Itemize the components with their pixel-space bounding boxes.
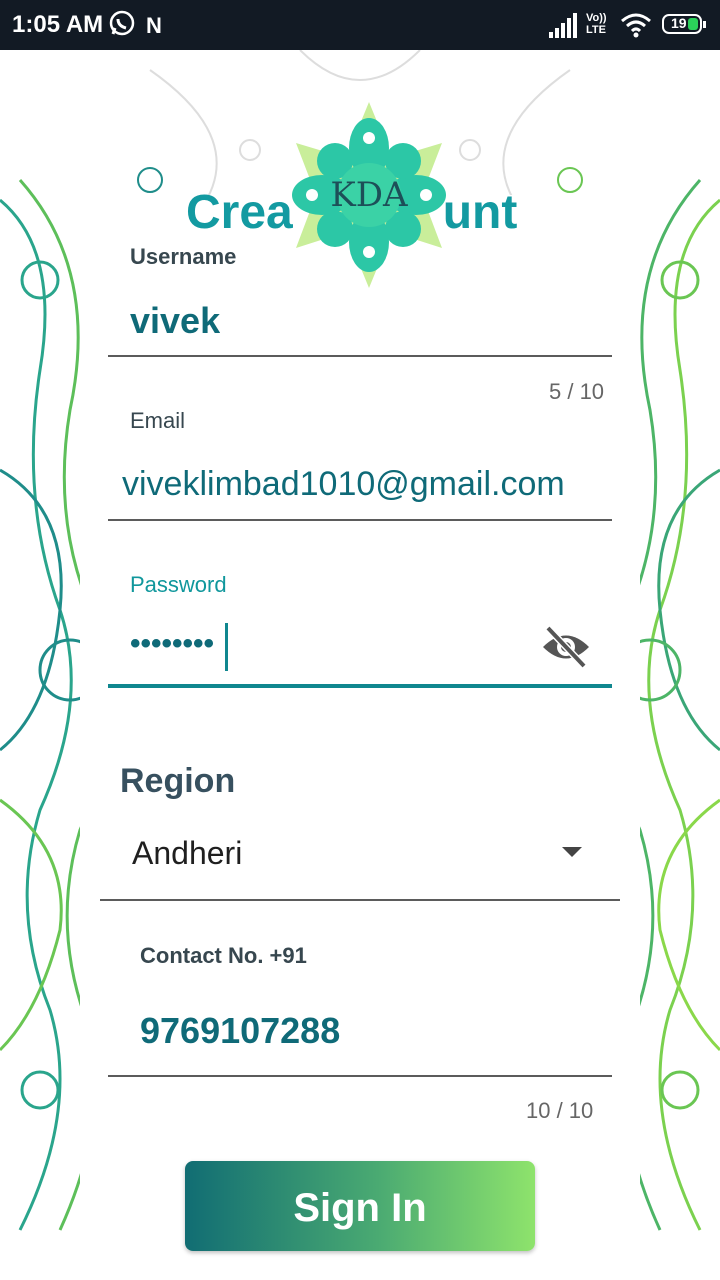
status-time: 1:05 AM xyxy=(12,11,104,38)
chevron-down-icon xyxy=(562,847,582,857)
password-field[interactable]: •••••••• xyxy=(130,627,214,661)
email-label: Email xyxy=(130,408,186,433)
signal-icon xyxy=(549,13,577,38)
region-value: Andheri xyxy=(132,835,243,871)
contact-underline xyxy=(108,1075,612,1077)
text-cursor xyxy=(225,623,228,671)
form-card xyxy=(80,195,640,1255)
password-underline xyxy=(108,684,612,688)
wifi-icon xyxy=(621,13,651,38)
username-counter: 5 / 10 xyxy=(549,379,605,404)
battery-icon: 19 xyxy=(662,14,706,34)
region-underline xyxy=(100,899,620,901)
kda-logo: KDA xyxy=(292,102,446,288)
volte-bottom: LTE xyxy=(586,24,606,36)
sign-in-button[interactable]: Sign In xyxy=(185,1161,535,1251)
logo-text: KDA xyxy=(330,175,408,215)
whatsapp-icon xyxy=(109,10,135,36)
visibility-off-icon[interactable] xyxy=(540,624,592,670)
n-notification-icon: N xyxy=(146,13,162,38)
contact-field[interactable]: 9769107288 xyxy=(140,1010,340,1052)
battery-level: 19 xyxy=(671,15,687,31)
volte-top: Vo)) xyxy=(586,12,607,24)
email-value: viveklimbad1010@gmail.com xyxy=(122,465,565,503)
volte-icon: Vo)) LTE xyxy=(586,12,607,36)
contact-counter: 10 / 10 xyxy=(526,1098,594,1123)
email-underline xyxy=(108,519,612,521)
status-bar: 1:05 AM N Vo)) LTE 19 xyxy=(0,0,720,50)
username-field[interactable]: vivek xyxy=(130,300,220,342)
password-label: Password xyxy=(130,572,227,597)
contact-label: Contact No. +91 xyxy=(140,943,307,968)
region-title: Region xyxy=(120,762,236,800)
username-label: Username xyxy=(130,244,237,269)
email-field[interactable]: viveklimbad1010@gmail.com xyxy=(122,465,612,504)
username-underline xyxy=(108,355,612,357)
